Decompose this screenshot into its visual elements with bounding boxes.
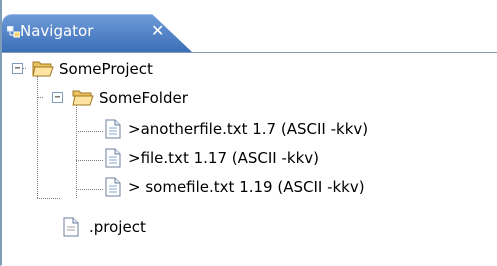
tree-guide-line: [76, 189, 103, 190]
view-tab-strip: Navigator ✕: [2, 0, 497, 52]
file-icon: [62, 217, 82, 237]
tree-item-project-file[interactable]: .project: [62, 217, 222, 243]
tree-item-label: > somefile.txt 1.19 (ASCII -kkv): [128, 178, 365, 196]
tree-item-label: SomeFolder: [99, 89, 188, 107]
tree-item-file[interactable]: >anotherfile.txt 1.7 (ASCII -kkv): [104, 119, 496, 145]
tree-item-label: >file.txt 1.17 (ASCII -kkv): [128, 149, 319, 167]
tree-guide-line: [76, 131, 103, 132]
tree-item-project[interactable]: − SomeProject: [12, 59, 242, 85]
navigator-icon: [6, 24, 21, 38]
tree-guide-line: [37, 198, 60, 199]
tree-item-label: SomeProject: [59, 60, 153, 78]
folder-open-icon: [72, 87, 94, 107]
collapse-toggle[interactable]: −: [52, 92, 63, 103]
tree-item-folder[interactable]: − SomeFolder: [52, 88, 272, 114]
tree-item-label: .project: [89, 218, 146, 236]
text-file-icon: [104, 177, 124, 197]
tree-guide-line: [76, 160, 103, 161]
tree-guide-line: [37, 97, 43, 98]
tree-guide-line: [37, 76, 38, 198]
collapse-toggle[interactable]: −: [12, 63, 23, 74]
tree-item-label: >anotherfile.txt 1.7 (ASCII -kkv): [128, 120, 369, 138]
text-file-icon: [104, 119, 124, 139]
tree-item-file[interactable]: >file.txt 1.17 (ASCII -kkv): [104, 148, 464, 174]
close-icon[interactable]: ✕: [151, 22, 164, 40]
tab-title: Navigator: [20, 22, 94, 40]
navigator-view: Navigator ✕ − SomeProject − SomeFolder >…: [0, 0, 497, 266]
folder-open-icon: [32, 58, 54, 78]
text-file-icon: [104, 148, 124, 168]
tree-guide-line: [76, 105, 77, 198]
navigator-tree: − SomeProject − SomeFolder >anotherfile.…: [2, 56, 497, 261]
tree-item-file[interactable]: > somefile.txt 1.19 (ASCII -kkv): [104, 177, 484, 203]
